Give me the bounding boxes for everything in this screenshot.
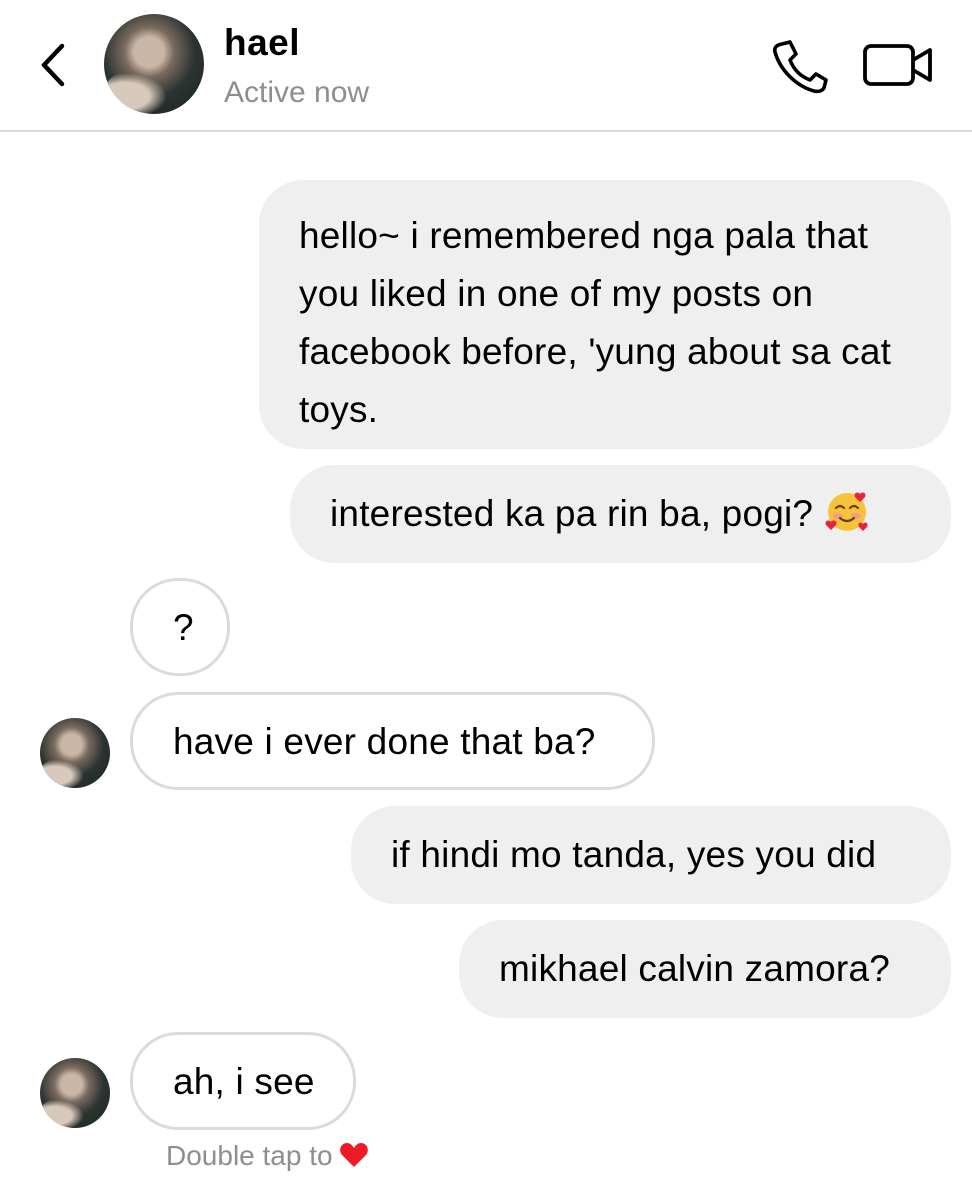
outgoing-message[interactable]: mikhael calvin zamora? [459,920,951,1018]
double-tap-hint[interactable]: Double tap to [166,1140,369,1172]
message-text: hello~ i remembered nga pala that you li… [299,215,892,430]
chat-header: hael Active now [0,0,972,132]
phone-icon[interactable] [768,38,828,94]
video-camera-icon[interactable] [862,40,934,90]
contact-name[interactable]: hael [224,22,300,64]
outgoing-message[interactable]: hello~ i remembered nga pala that you li… [259,180,951,449]
heart-icon [339,1143,368,1167]
avatar[interactable] [40,718,110,788]
message-text: ah, i see [173,1061,315,1102]
outgoing-message[interactable]: interested ka pa rin ba, pogi? [290,465,951,563]
message-text: mikhael calvin zamora? [499,948,891,989]
active-status: Active now [224,76,370,109]
message-text: ? [173,607,194,648]
hint-text: Double tap to [166,1140,333,1171]
message-text: have i ever done that ba? [173,721,596,762]
chevron-left-icon[interactable] [34,40,74,90]
outgoing-message[interactable]: if hindi mo tanda, yes you did [351,806,951,904]
incoming-message[interactable]: ? [130,578,230,676]
smiling-face-with-hearts-icon [825,492,868,531]
avatar[interactable] [40,1058,110,1128]
incoming-message[interactable]: have i ever done that ba? [130,692,655,790]
incoming-message[interactable]: ah, i see [130,1032,356,1130]
avatar[interactable] [104,14,204,114]
message-text: interested ka pa rin ba, pogi? [330,493,814,534]
message-text: if hindi mo tanda, yes you did [391,834,877,875]
